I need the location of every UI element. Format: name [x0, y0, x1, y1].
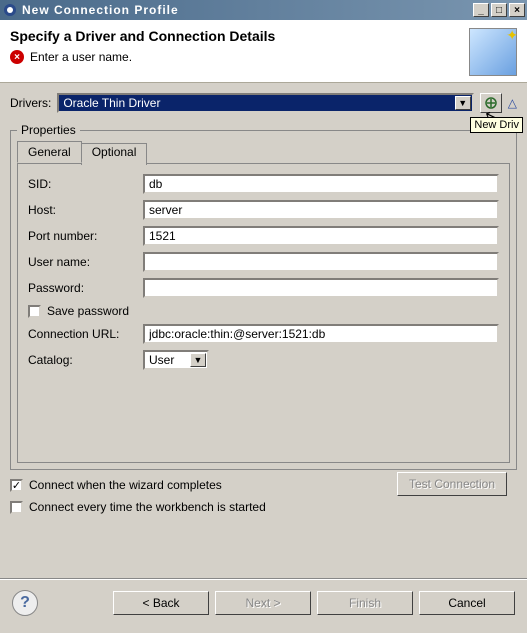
properties-legend: Properties: [17, 123, 80, 137]
back-button[interactable]: < Back: [113, 591, 209, 615]
drivers-selected-value: Oracle Thin Driver: [63, 96, 160, 110]
minimize-button[interactable]: _: [473, 3, 489, 17]
connect-on-complete-checkbox[interactable]: ✓: [10, 479, 23, 492]
connect-on-complete-label: Connect when the wizard completes: [29, 478, 222, 492]
warning-icon: △: [508, 96, 517, 110]
port-label: Port number:: [28, 229, 143, 243]
wizard-header: Specify a Driver and Connection Details …: [0, 20, 527, 83]
page-title: Specify a Driver and Connection Details: [10, 28, 469, 44]
username-label: User name:: [28, 255, 143, 269]
next-button[interactable]: Next >: [215, 591, 311, 615]
test-connection-button[interactable]: Test Connection: [397, 472, 507, 496]
app-icon: [2, 2, 18, 18]
sid-label: SID:: [28, 177, 143, 191]
finish-button[interactable]: Finish: [317, 591, 413, 615]
sid-input[interactable]: [143, 174, 499, 194]
maximize-button[interactable]: □: [491, 3, 507, 17]
separator: [0, 578, 527, 580]
titlebar: New Connection Profile _ □ ×: [0, 0, 527, 20]
catalog-value: User: [149, 353, 174, 367]
help-button[interactable]: ?: [12, 590, 38, 616]
tab-general[interactable]: General: [17, 141, 82, 163]
close-button[interactable]: ×: [509, 3, 525, 17]
password-label: Password:: [28, 281, 143, 295]
wizard-banner-icon: [469, 28, 517, 76]
chevron-down-icon: ▼: [190, 353, 206, 367]
properties-group: Properties General Optional SID: Host: P…: [10, 123, 517, 470]
error-message: Enter a user name.: [30, 50, 132, 64]
help-icon: ?: [20, 594, 30, 612]
save-password-checkbox[interactable]: [28, 305, 41, 318]
host-label: Host:: [28, 203, 143, 217]
drivers-select[interactable]: Oracle Thin Driver ▼: [57, 93, 473, 113]
catalog-select[interactable]: User ▼: [143, 350, 209, 370]
host-input[interactable]: [143, 200, 499, 220]
tab-panel-general: SID: Host: Port number: User name: Passw…: [17, 163, 510, 463]
connection-url-label: Connection URL:: [28, 327, 143, 341]
chevron-down-icon: ▼: [455, 96, 471, 110]
port-input[interactable]: [143, 226, 499, 246]
new-driver-tooltip: New Driv: [470, 117, 523, 133]
tab-optional[interactable]: Optional: [81, 143, 148, 165]
window-title: New Connection Profile: [22, 3, 473, 17]
connect-on-startup-label: Connect every time the workbench is star…: [29, 500, 266, 514]
cancel-button[interactable]: Cancel: [419, 591, 515, 615]
connect-on-startup-checkbox[interactable]: [10, 501, 23, 514]
error-icon: ×: [10, 50, 24, 64]
drivers-label: Drivers:: [10, 96, 51, 110]
username-input[interactable]: [143, 252, 499, 272]
connection-url-input[interactable]: [143, 324, 499, 344]
save-password-label: Save password: [47, 304, 129, 318]
password-input[interactable]: [143, 278, 499, 298]
catalog-label: Catalog:: [28, 353, 143, 367]
